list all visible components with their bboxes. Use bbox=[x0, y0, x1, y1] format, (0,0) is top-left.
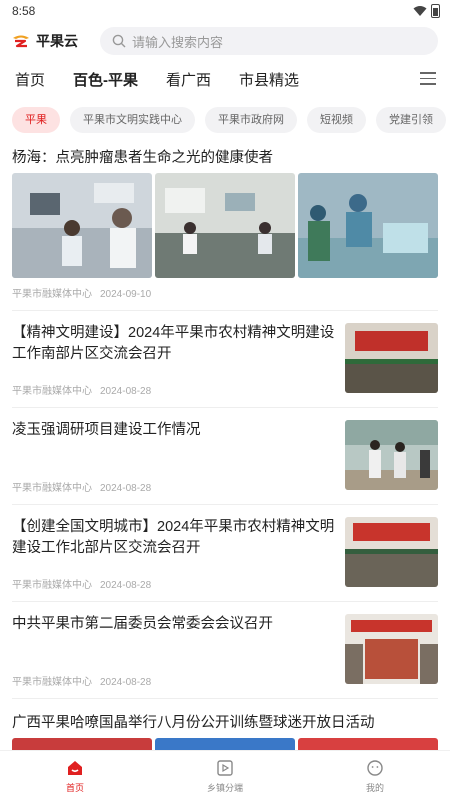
bottom-nav-me[interactable]: 我的 bbox=[300, 751, 450, 800]
article-row[interactable]: 【精神文明建设】2024年平果市农村精神文明建设工作南部片区交流会召开 平果市融… bbox=[12, 311, 438, 408]
article-title: 凌玉强调研项目建设工作情况 bbox=[12, 422, 201, 438]
status-bar: 8:58 bbox=[0, 0, 450, 22]
article-row[interactable]: 凌玉强调研项目建设工作情况 平果市融媒体中心 2024-08-28 bbox=[12, 408, 438, 505]
featured-images bbox=[12, 173, 438, 278]
article-meta: 平果市融媒体中心 2024-08-28 bbox=[12, 382, 337, 397]
article-title: 中共平果市第二届委员会常委会会议召开 bbox=[12, 616, 273, 632]
bottom-nav-label: 乡镇分端 bbox=[206, 782, 243, 793]
article-row[interactable]: 中共平果市第二届委员会常委会会议召开 平果市融媒体中心 2024-08-28 bbox=[12, 602, 438, 699]
bottom-nav-township[interactable]: 乡镇分端 bbox=[150, 751, 300, 800]
menu-icon[interactable] bbox=[420, 72, 436, 86]
article-title: 广西平果哈嘹国晶举行八月份公开训练暨球迷开放日活动 bbox=[12, 715, 375, 731]
chip-party-building[interactable]: 党建引领 bbox=[376, 107, 446, 133]
article-thumbnail bbox=[345, 420, 438, 490]
article-title: 杨海：点亮肿瘤患者生命之光的健康使者 bbox=[12, 150, 273, 166]
article-row[interactable]: 【创建全国文明城市】2024年平果市农村精神文明建设工作北部片区交流会召开 平果… bbox=[12, 505, 438, 602]
article-source: 平果市融媒体中心 bbox=[12, 386, 92, 397]
article-date: 2024-08-28 bbox=[100, 677, 152, 688]
article-image bbox=[155, 173, 295, 278]
article-date: 2024-08-28 bbox=[100, 580, 152, 591]
featured-article[interactable]: 杨海：点亮肿瘤患者生命之光的健康使者 平果市融媒体中心 2024-09-10 bbox=[12, 140, 438, 311]
profile-icon bbox=[367, 759, 383, 776]
chip-short-video[interactable]: 短视频 bbox=[307, 107, 366, 133]
status-time: 8:58 bbox=[12, 4, 36, 18]
app-logo: 平果云 bbox=[12, 31, 100, 51]
battery-icon bbox=[431, 4, 440, 18]
tab-county-picks[interactable]: 市县精选 bbox=[239, 69, 299, 90]
channel-tabs: 首页 百色-平果 看广西 市县精选 bbox=[0, 60, 450, 98]
article-date: 2024-08-28 bbox=[100, 483, 152, 494]
tab-baise-pingguo[interactable]: 百色-平果 bbox=[73, 69, 138, 90]
search-placeholder: 请输入搜索内容 bbox=[132, 34, 224, 50]
article-source: 平果市融媒体中心 bbox=[12, 580, 92, 591]
article-title: 【精神文明建设】2024年平果市农村精神文明建设工作南部片区交流会召开 bbox=[12, 325, 335, 362]
news-feed: 杨海：点亮肿瘤患者生命之光的健康使者 平果市融媒体中心 2024-09-10 【精… bbox=[0, 140, 450, 762]
article-date: 2024-09-10 bbox=[100, 289, 152, 300]
chip-government-site[interactable]: 平果市政府网 bbox=[205, 107, 297, 133]
article-meta: 平果市融媒体中心 2024-08-28 bbox=[12, 479, 337, 494]
bottom-nav-label: 首页 bbox=[65, 782, 84, 793]
app-name: 平果云 bbox=[36, 33, 78, 49]
article-date: 2024-08-28 bbox=[100, 386, 152, 397]
article-thumbnail bbox=[345, 517, 438, 587]
tab-guangxi[interactable]: 看广西 bbox=[166, 69, 211, 90]
top-bar: 平果云 请输入搜索内容 bbox=[0, 22, 450, 56]
home-icon bbox=[68, 760, 82, 775]
chip-pingguo[interactable]: 平果 bbox=[12, 107, 60, 133]
article-source: 平果市融媒体中心 bbox=[12, 289, 92, 300]
article-source: 平果市融媒体中心 bbox=[12, 483, 92, 494]
article-image bbox=[298, 173, 438, 278]
search-icon bbox=[112, 34, 126, 48]
article-meta: 平果市融媒体中心 2024-08-28 bbox=[12, 576, 337, 591]
status-icons bbox=[413, 4, 440, 18]
article-thumbnail bbox=[345, 323, 438, 393]
search-input[interactable]: 请输入搜索内容 bbox=[100, 27, 438, 55]
wifi-icon bbox=[413, 6, 427, 16]
logo-icon bbox=[13, 35, 29, 48]
article-image bbox=[12, 173, 152, 278]
article-meta: 平果市融媒体中心 2024-09-10 bbox=[12, 285, 438, 300]
bottom-nav-label: 我的 bbox=[365, 782, 384, 793]
article-meta: 平果市融媒体中心 2024-08-28 bbox=[12, 673, 337, 688]
bottom-nav-home[interactable]: 首页 bbox=[0, 751, 150, 800]
tab-home[interactable]: 首页 bbox=[15, 69, 45, 90]
bottom-nav: 首页 乡镇分端 我的 bbox=[0, 750, 450, 800]
chip-civilization-center[interactable]: 平果市文明实践中心 bbox=[70, 107, 195, 133]
article-thumbnail bbox=[345, 614, 438, 684]
sub-channel-chips: 平果 平果市文明实践中心 平果市政府网 短视频 党建引领 bbox=[0, 100, 450, 140]
article-title: 【创建全国文明城市】2024年平果市农村精神文明建设工作北部片区交流会召开 bbox=[12, 519, 335, 556]
play-icon bbox=[217, 759, 233, 776]
article-source: 平果市融媒体中心 bbox=[12, 677, 92, 688]
